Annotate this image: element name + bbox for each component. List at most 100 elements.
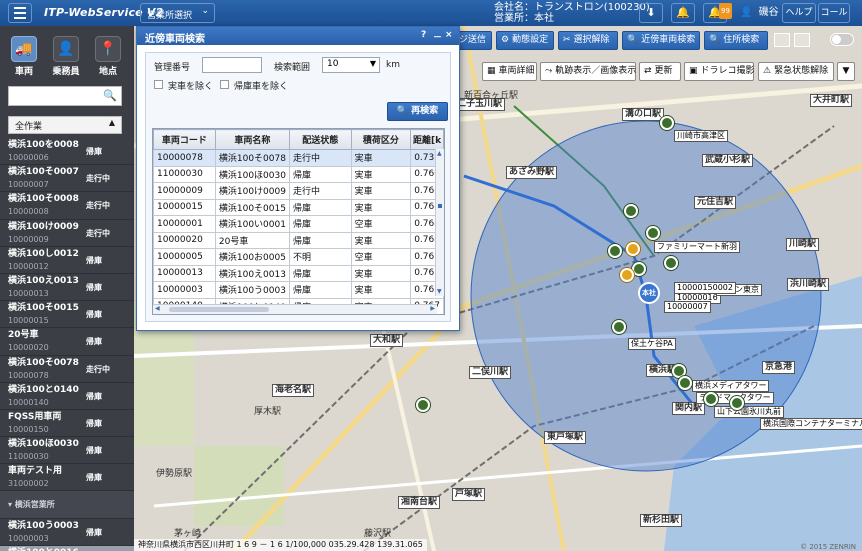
table-row[interactable]: 10000013 横浜100え0013 帰庫 実車 0.767 <box>153 264 444 282</box>
list-item[interactable]: 横浜100そ0078 10000078 走行中 <box>0 356 134 383</box>
vehicle-pin-icon[interactable] <box>730 396 744 410</box>
list-item[interactable]: 横浜100と0140 10000140 帰庫 <box>0 383 134 410</box>
research-button[interactable]: 🔍 再検索 <box>387 102 448 121</box>
list-item[interactable]: 横浜100ほ0030 11000030 帰庫 <box>0 437 134 465</box>
scroll-right-icon[interactable]: ▶ <box>430 305 435 312</box>
exclude-returned-checkbox[interactable] <box>220 80 229 89</box>
office-select[interactable]: 営業所選択 ⌄ <box>140 3 215 23</box>
search-range-select[interactable]: 10 ▼ <box>322 57 380 73</box>
tab-drivers[interactable]: 👤 乗務員 <box>46 32 86 77</box>
list-item[interactable]: 横浜100を0008 10000006 帰庫 <box>0 138 134 166</box>
scroll-up-icon[interactable]: ▲ <box>437 150 442 157</box>
dialog-title-bar[interactable]: 近傍車両検索 <box>137 27 459 45</box>
vehicle-code-label[interactable]: 10000007 <box>664 301 711 313</box>
table-cell: 0.769 <box>411 315 444 316</box>
search-icon[interactable]: 🔍 <box>103 89 117 102</box>
list-item[interactable]: 20号車 10000020 帰庫 <box>0 328 134 356</box>
bell-button[interactable]: 🔔 <box>671 3 695 23</box>
vehicle-pin-icon[interactable] <box>646 226 660 240</box>
clear-selection-button[interactable]: ✂ 選択解除 <box>558 31 618 50</box>
table-row[interactable]: 10000078 横浜100そ0078 走行中 実車 0.731 <box>153 149 444 167</box>
call-button[interactable]: コール <box>818 3 850 23</box>
vehicle-code: 10000006 <box>8 153 49 162</box>
refresh-button[interactable]: ⇄ 更新 <box>639 62 681 81</box>
vehicle-pin-icon[interactable] <box>660 116 674 130</box>
minimize-icon[interactable]: － <box>433 30 442 43</box>
vertical-scrollbar[interactable]: ▲ ▼ <box>435 149 444 296</box>
scroll-left-icon[interactable]: ◀ <box>155 305 160 312</box>
table-row[interactable]: 10000005 横浜100お0005 不明 空車 0.767 <box>153 248 444 266</box>
vehicle-pin-icon[interactable] <box>626 242 640 256</box>
nearby-search-button[interactable]: 🔍 近傍車両検索 <box>622 31 700 50</box>
column-header[interactable]: 配送状態 <box>288 129 352 150</box>
vehicle-pin-icon[interactable] <box>678 376 692 390</box>
tab-vehicles[interactable]: 🚚 車両 <box>4 32 44 77</box>
vehicle-name: 20号車 <box>8 330 39 341</box>
vehicle-pin-icon[interactable] <box>620 268 634 282</box>
exclude-loaded-checkbox[interactable] <box>154 80 163 89</box>
vehicle-pin-icon[interactable] <box>704 392 718 406</box>
list-item[interactable]: 横浜100そ0008 10000008 走行中 <box>0 192 134 220</box>
vehicle-search-input[interactable]: 🔍 <box>8 86 122 106</box>
vehicle-pin-icon[interactable] <box>624 204 638 218</box>
table-row[interactable]: 10000009 横浜100け0009 走行中 実車 0.760 <box>153 182 444 200</box>
list-item[interactable]: 横浜100そ0007 10000007 走行中 <box>0 165 134 193</box>
address-search-icon: 🔍 <box>709 35 721 45</box>
help-icon[interactable]: ? <box>421 30 426 40</box>
motion-settings-button[interactable]: ⚙ 動態設定 <box>496 31 554 50</box>
list-item[interactable]: 横浜100と001610000016待機 <box>0 545 134 551</box>
vehicle-pin-icon[interactable] <box>664 256 678 270</box>
help-button[interactable]: ヘルプ <box>782 3 816 23</box>
column-header[interactable]: 距離[k <box>410 129 444 150</box>
tab-locations[interactable]: 📍 地点 <box>88 32 128 77</box>
download-button[interactable]: ⬇ <box>639 3 663 23</box>
vehicle-pin-icon[interactable] <box>632 262 646 276</box>
column-header[interactable]: 車両コード <box>153 129 216 150</box>
table-row[interactable]: 10000001 横浜100い0001 帰庫 空車 0.766 <box>153 215 444 233</box>
scroll-thumb[interactable] <box>438 204 442 208</box>
list-item[interactable]: 車両テスト用 31000002 帰庫 <box>0 464 134 492</box>
dashcam-capture-button[interactable]: ▣ ドラレコ撮影 <box>684 62 755 81</box>
trace-display-button[interactable]: ⤳ 軌跡表示／画像表示 <box>540 62 636 81</box>
vehicle-group-header[interactable]: ▾ 横浜営業所 <box>0 491 134 519</box>
table-row[interactable]: 10000015 横浜100そ0015 帰庫 実車 0.765 <box>153 198 444 216</box>
emergency-release-button[interactable]: ⚠ 緊急状態解除 <box>758 62 834 81</box>
table-row[interactable]: 10000020 20号車 帰庫 実車 0.766 <box>153 231 444 249</box>
table-row[interactable]: 10000003 横浜100う0003 帰庫 実車 0.767 <box>153 281 444 299</box>
mgmt-number-input[interactable] <box>202 57 262 73</box>
table-row[interactable]: 10000002横浜100あ0002不明空車0.769 <box>154 315 444 316</box>
hamburger-menu-button[interactable] <box>8 3 32 23</box>
vehicle-detail-button[interactable]: ▦ 車両詳細 <box>482 62 537 81</box>
work-filter-select[interactable]: 全作業 ▲ <box>8 116 122 134</box>
list-item[interactable]: 横浜100そ0015 10000015 帰庫 <box>0 301 134 329</box>
map-toggle-switch[interactable] <box>830 33 854 46</box>
column-header[interactable]: 車両名称 <box>214 129 290 150</box>
list-item[interactable]: 横浜100う0003 10000003 帰庫 <box>0 519 134 546</box>
table-cell: 10000001 <box>153 215 216 233</box>
list-item[interactable]: 横浜100え0013 10000013 帰庫 <box>0 274 134 302</box>
vehicle-code-label[interactable]: 10000150002 <box>674 282 736 294</box>
horizontal-scrollbar[interactable]: ◀ ▶ <box>153 304 437 314</box>
list-item[interactable]: 横浜100し0012 10000012 帰庫 <box>0 247 134 274</box>
address-search-button[interactable]: 🔍 住所検索 <box>704 31 768 50</box>
list-item[interactable]: 横浜100け0009 10000009 走行中 <box>0 220 134 247</box>
table-cell: 横浜100あ0002 <box>215 315 289 316</box>
column-header[interactable]: 積荷区分 <box>350 129 412 150</box>
scroll-thumb[interactable] <box>169 307 269 312</box>
table-cell: 空車 <box>350 248 412 266</box>
toolbar-more-button[interactable]: ▼ <box>837 62 855 81</box>
layout-grid-icon[interactable] <box>774 33 790 47</box>
list-item[interactable]: FQSS用車両 10000150 帰庫 <box>0 410 134 438</box>
table-row[interactable]: 11000030 横浜100ほ0030 帰庫 実車 0.760 <box>153 165 444 183</box>
scroll-down-icon[interactable]: ▼ <box>437 288 442 295</box>
company-name: 会社名：トランストロン(100230) <box>494 2 650 13</box>
layout-grid-icon[interactable] <box>794 33 810 47</box>
user-menu[interactable]: 👤 磯谷 <box>740 3 779 23</box>
vehicle-pin-icon[interactable] <box>416 398 430 412</box>
base-office-marker[interactable]: 本社 <box>638 282 660 304</box>
vehicle-pin-icon[interactable] <box>612 320 626 334</box>
chevron-down-icon: ⌄ <box>201 6 209 16</box>
vehicle-pin-icon[interactable] <box>608 244 622 258</box>
status-badge: 帰庫 <box>86 473 102 483</box>
close-icon[interactable]: × <box>445 30 453 40</box>
